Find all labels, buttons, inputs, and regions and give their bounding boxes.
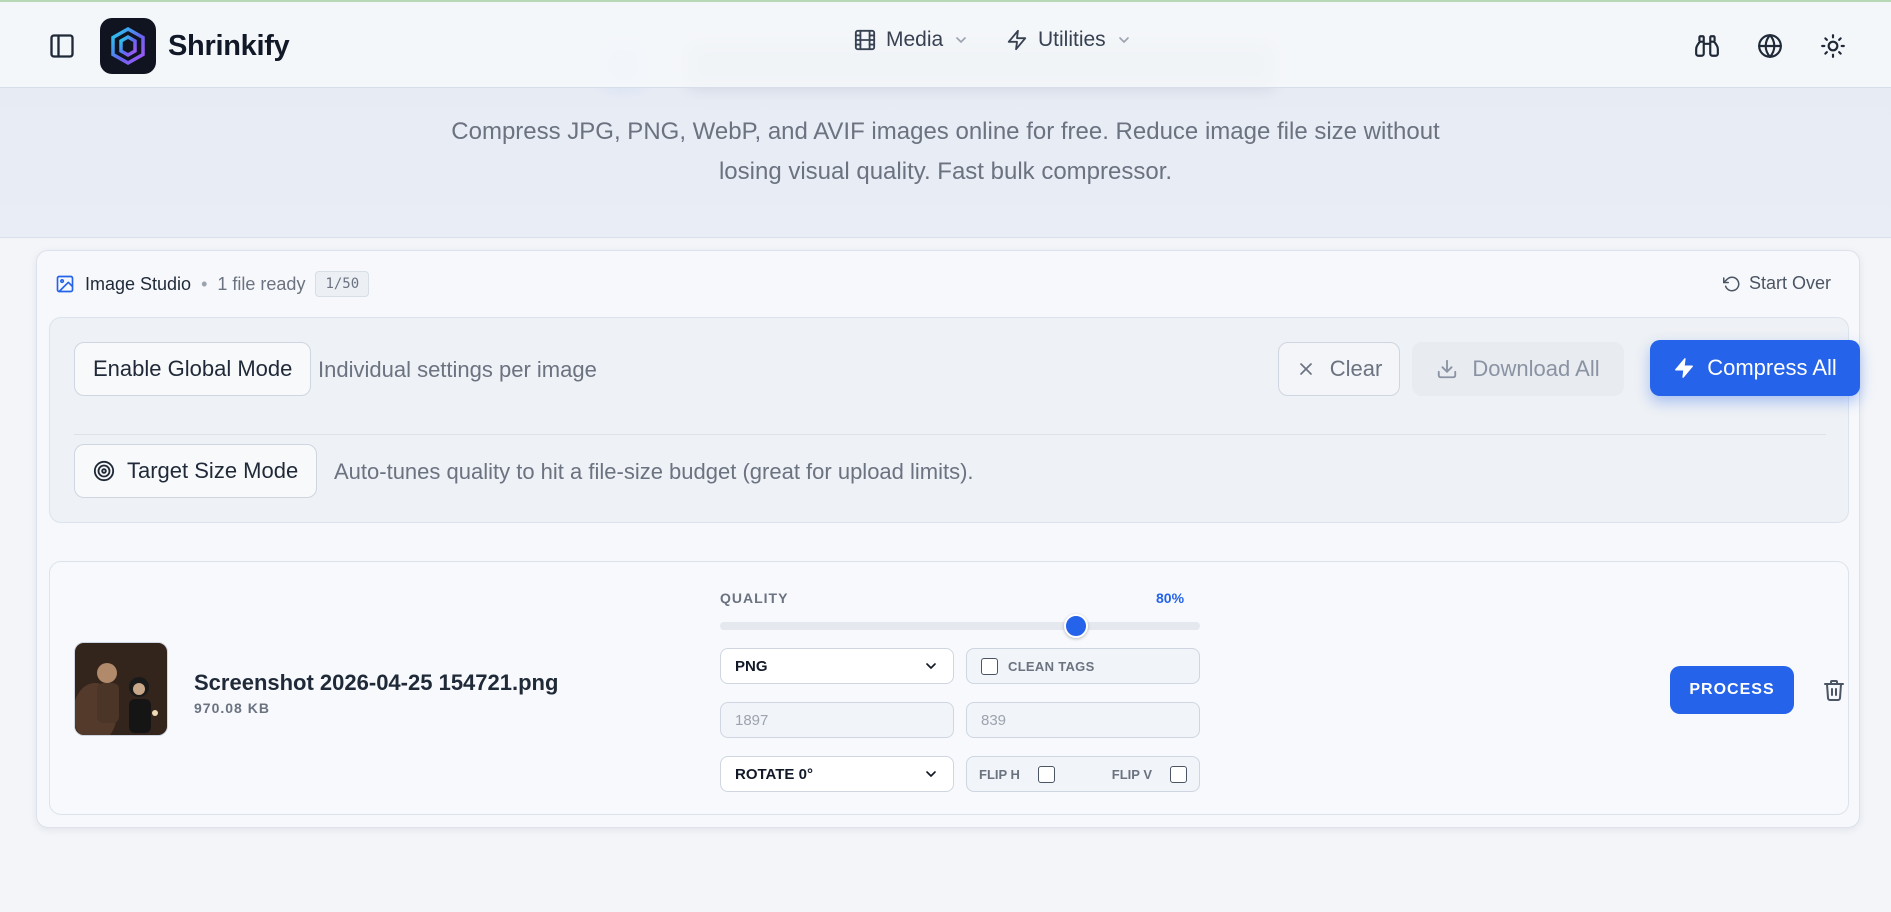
chevron-down-icon [926,771,936,777]
flip-h-toggle[interactable]: FLIP H [979,765,1055,783]
brand[interactable]: Shrinkify [100,18,290,74]
image-icon [56,275,74,293]
clear-button[interactable]: Clear [1278,342,1400,396]
rotate-ccw-icon [1722,276,1740,291]
flip-v-checkbox[interactable] [1170,765,1187,783]
flip-h-label: FLIP H [979,766,1020,782]
nav-utilities-label: Utilities [1038,28,1106,51]
flip-v-toggle[interactable]: FLIP V [1111,765,1187,783]
flip-controls: FLIP H FLIP V [966,756,1200,792]
studio-separator: • [201,273,208,294]
clear-label: Clear [1329,356,1383,381]
flip-v-label: FLIP V [1111,766,1152,782]
format-select[interactable]: PNG [720,648,954,684]
nav-media-label: Media [886,28,944,51]
download-icon [1438,359,1457,379]
height-placeholder: 839 [981,711,1007,729]
brand-name: Shrinkify [168,29,290,62]
rotate-value: ROTATE 0° [735,765,813,783]
binoculars-icon [1695,35,1719,57]
studio-title: Image Studio [85,273,192,294]
file-card: Screenshot 2026-04-25 154721.png 970.08 … [49,561,1849,815]
rotate-select[interactable]: ROTATE 0° [720,756,954,792]
hero-subtitle: Compress JPG, PNG, WebP, and AVIF images… [440,112,1451,192]
chevron-down-icon [1118,37,1129,43]
flip-h-checkbox[interactable] [1037,765,1055,783]
lightning-icon [1007,29,1027,51]
image-thumbnail[interactable] [74,642,168,736]
start-over-label: Start Over [1748,273,1831,293]
globe-icon [1758,34,1782,58]
sidebar-toggle-icon [50,34,74,58]
quality-slider-thumb[interactable] [1064,614,1088,638]
close-icon [1299,363,1312,375]
chevron-down-icon [926,663,936,669]
width-placeholder: 1897 [735,711,769,729]
enable-global-mode-button[interactable]: Enable Global Mode [74,342,312,396]
hero-subtitle-line2: losing visual quality. Fast bulk compres… [718,158,1173,185]
nav-media-menu[interactable]: Media [854,28,969,52]
lightning-icon [1675,358,1694,378]
top-navigation: Shrinkify Media Utilities [0,0,1891,88]
theme-toggle-button[interactable] [1811,24,1855,68]
quality-label: QUALITY [720,590,789,606]
download-all-button[interactable]: Download All [1412,342,1624,396]
sidebar-toggle-button[interactable] [40,24,84,68]
compress-all-button[interactable]: Compress All [1650,340,1860,396]
file-size: 970.08 KB [194,700,270,716]
hero-subtitle-line1: Compress JPG, PNG, WebP, and AVIF images… [451,118,1440,145]
width-input[interactable]: 1897 [720,702,954,738]
chevron-down-icon [956,37,967,43]
language-button[interactable] [1748,24,1792,68]
target-icon [93,460,115,482]
global-mode-note: Individual settings per image [318,357,597,382]
nav-utilities-menu[interactable]: Utilities [1006,28,1132,52]
target-size-mode-button[interactable]: Target Size Mode [74,444,318,498]
enable-global-mode-label: Enable Global Mode [93,356,293,381]
process-label: PROCESS [1689,681,1775,698]
film-icon [854,29,876,51]
sun-icon [1821,34,1845,58]
binoculars-button[interactable] [1685,24,1729,68]
quality-value: 80% [1156,590,1185,606]
settings-divider [74,434,1826,435]
clean-tags-toggle[interactable]: CLEAN TAGS [966,648,1200,684]
trash-icon [1824,680,1844,701]
shrinkify-logo-icon [100,18,156,74]
download-all-label: Download All [1472,356,1600,381]
quality-slider[interactable] [720,614,1200,638]
studio-header: Image Studio • 1 file ready 1/50 [55,271,370,297]
settings-panel: Enable Global Mode Individual settings p… [49,317,1860,523]
image-studio-panel: Image Studio • 1 file ready 1/50 Start O… [36,250,1860,828]
format-value: PNG [735,657,768,675]
files-ready-status: 1 file ready [217,273,306,294]
process-button[interactable]: PROCESS [1670,666,1794,714]
file-count-badge: 1/50 [315,271,370,297]
start-over-button[interactable]: Start Over [1722,273,1831,294]
compress-all-label: Compress All [1707,355,1837,380]
height-input[interactable]: 839 [966,702,1200,738]
clean-tags-checkbox[interactable] [981,657,998,675]
target-size-note: Auto-tunes quality to hit a file-size bu… [334,459,974,484]
file-name: Screenshot 2026-04-25 154721.png [194,670,559,695]
clean-tags-label: CLEAN TAGS [1008,658,1095,674]
delete-file-button[interactable] [1820,676,1848,704]
target-size-mode-label: Target Size Mode [127,458,299,483]
